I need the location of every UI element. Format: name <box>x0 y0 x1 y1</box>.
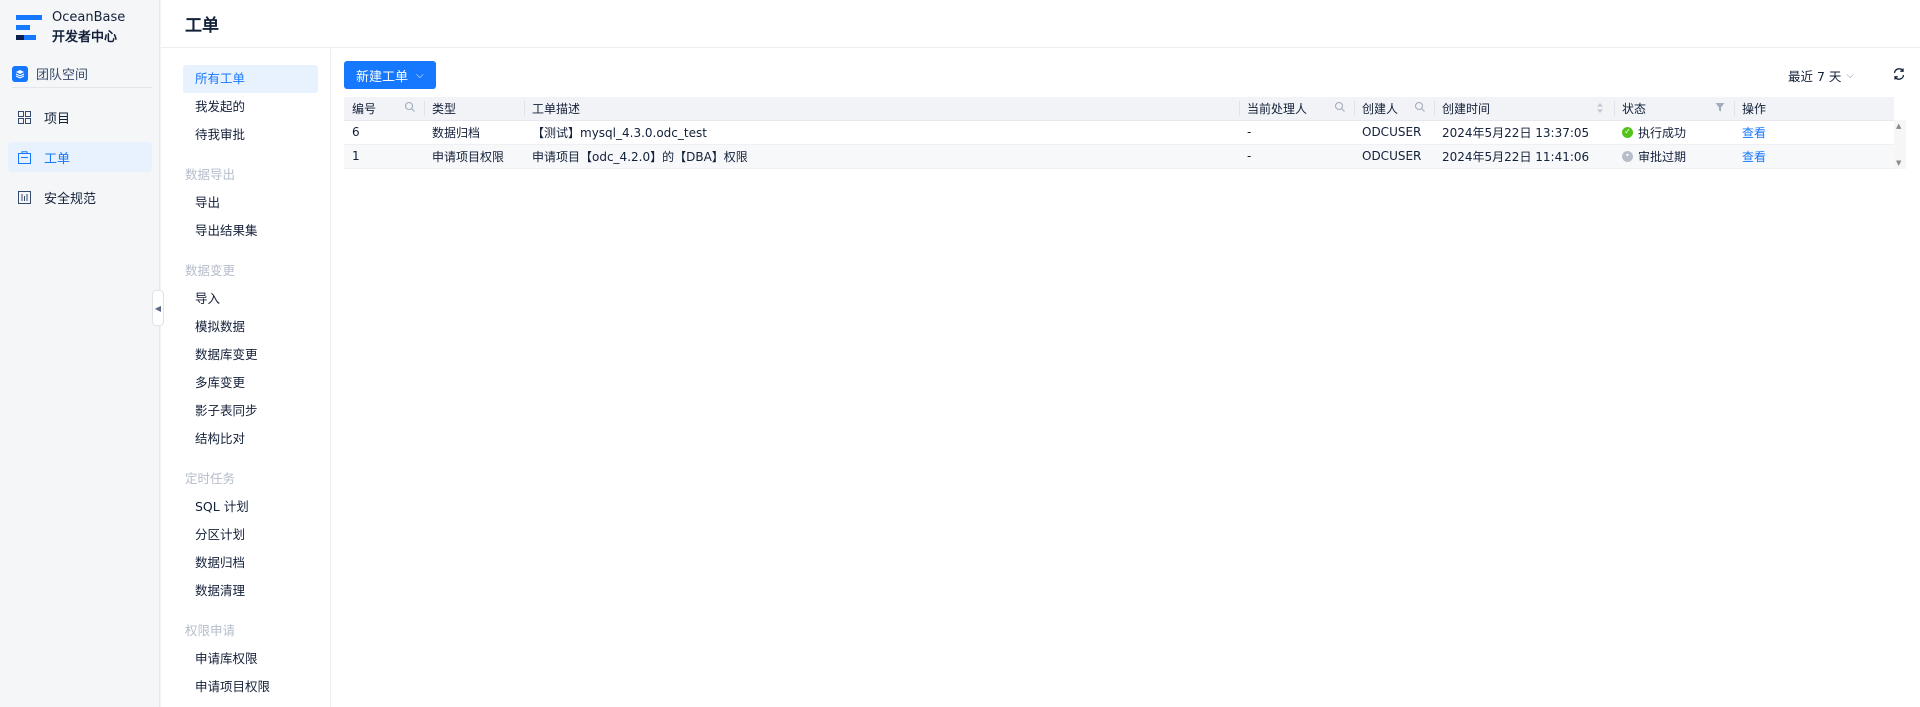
subnav-item-data-archive[interactable]: 数据归档 <box>183 549 318 577</box>
new-ticket-label: 新建工单 <box>356 68 409 84</box>
cell-created-time: 2024年5月22日 11:41:06 <box>1434 144 1614 169</box>
chevron-down-icon: ⌵ <box>1846 69 1854 81</box>
rail-nav: 项目 工单 安全规范 <box>8 102 152 222</box>
ticket-icon <box>16 149 32 165</box>
column-header-id: 编号 <box>344 97 424 121</box>
cell-description: 【测试】mysql_4.3.0.odc_test <box>524 120 1239 145</box>
cell-created-time: 2024年5月22日 13:37:05 <box>1434 120 1614 145</box>
table-row[interactable]: 1 申请项目权限 申请项目【odc_4.2.0】的【DBA】权限 - ODCUS… <box>344 144 1894 169</box>
subnav-item-data-cleanup[interactable]: 数据清理 <box>183 577 318 605</box>
subnav-group-title: 数据导出 <box>185 167 236 182</box>
subnav-item-import[interactable]: 导入 <box>183 285 318 313</box>
column-header-description: 工单描述 <box>524 97 1239 121</box>
oceanbase-logo-icon <box>16 13 42 43</box>
rail-item-project[interactable]: 项目 <box>8 102 152 132</box>
column-header-status: 状态 <box>1614 97 1734 121</box>
page-title: 工单 <box>185 16 219 36</box>
cell-id: 1 <box>344 144 424 169</box>
column-header-type: 类型 <box>424 97 524 121</box>
rail-item-label: 项目 <box>44 111 71 127</box>
cell-type: 数据归档 <box>424 120 524 145</box>
column-header-actions: 操作 <box>1734 97 1894 121</box>
search-icon[interactable] <box>1414 101 1428 115</box>
sort-icon[interactable] <box>1594 101 1608 115</box>
subnav-group-title: 权限申请 <box>185 623 236 638</box>
team-space-label: 团队空间 <box>36 68 89 83</box>
subnav-item-mine[interactable]: 我发起的 <box>183 93 318 121</box>
main-area: 工单 所有工单 我发起的 待我审批 数据导出 导出 导出结果集 数据变更 导入 … <box>161 0 1920 707</box>
table-scrollbar[interactable]: ▲ ▼ <box>1894 120 1906 169</box>
rail-item-security-rules[interactable]: 安全规范 <box>8 182 152 212</box>
rail-item-ticket[interactable]: 工单 <box>8 142 152 172</box>
cell-handler: - <box>1239 120 1354 145</box>
subnav-item-apply-project-permission[interactable]: 申请项目权限 <box>183 673 318 701</box>
ticket-content: 新建工单 ⌵ 最近 7 天 ⌵ 编号 类型 工单描述 当前处理人 创建人 创建时… <box>344 49 1920 707</box>
refresh-icon[interactable] <box>1892 67 1908 83</box>
brand-logo[interactable]: OceanBase 开发者中心 <box>16 8 125 48</box>
cell-creator: ODCUSER <box>1354 144 1434 169</box>
status-text: 执行成功 <box>1638 125 1687 140</box>
subnav-item-pending-approval[interactable]: 待我审批 <box>183 121 318 149</box>
cell-action: 查看 <box>1734 120 1894 145</box>
cell-type: 申请项目权限 <box>424 144 524 169</box>
subnav-item-partition-plan[interactable]: 分区计划 <box>183 521 318 549</box>
table-header-row: 编号 类型 工单描述 当前处理人 创建人 创建时间 状态 操作 <box>344 97 1894 121</box>
collapse-sidebar-button[interactable]: ◀ <box>152 290 164 326</box>
filter-icon[interactable] <box>1714 101 1728 115</box>
scroll-up-icon[interactable]: ▲ <box>1896 122 1901 130</box>
project-grid-icon <box>16 109 32 125</box>
brand-subtitle: 开发者中心 <box>52 30 118 45</box>
chevron-down-icon: ⌵ <box>416 69 424 81</box>
toolbar: 新建工单 ⌵ 最近 7 天 ⌵ <box>344 61 1908 89</box>
brand-name: OceanBase <box>52 10 126 25</box>
rail-item-label: 工单 <box>44 151 71 167</box>
rail-item-label: 安全规范 <box>44 191 97 207</box>
subnav-item-all-tickets[interactable]: 所有工单 <box>183 65 318 93</box>
layers-icon <box>12 65 28 82</box>
subnav-item-db-change[interactable]: 数据库变更 <box>183 341 318 369</box>
page-header: 工单 <box>161 0 1920 48</box>
ticket-table: 编号 类型 工单描述 当前处理人 创建人 创建时间 状态 操作 6 数据归档 【… <box>344 97 1894 169</box>
cell-action: 查看 <box>1734 144 1894 169</box>
subnav-item-multi-db-change[interactable]: 多库变更 <box>183 369 318 397</box>
search-icon[interactable] <box>1334 101 1348 115</box>
column-header-creator: 创建人 <box>1354 97 1434 121</box>
caret-left-icon: ◀ <box>154 303 162 313</box>
status-text: 审批过期 <box>1638 149 1687 164</box>
new-ticket-button[interactable]: 新建工单 ⌵ <box>344 61 436 89</box>
cell-description: 申请项目【odc_4.2.0】的【DBA】权限 <box>524 144 1239 169</box>
subnav-group-title: 定时任务 <box>185 471 236 486</box>
column-header-created-time: 创建时间 <box>1434 97 1614 121</box>
view-link[interactable]: 查看 <box>1742 126 1766 140</box>
cell-status: ✓ 执行成功 <box>1614 120 1734 145</box>
scroll-down-icon[interactable]: ▼ <box>1896 159 1901 167</box>
subnav-item-apply-db-permission[interactable]: 申请库权限 <box>183 645 318 673</box>
subnav-item-shadow-table-sync[interactable]: 影子表同步 <box>183 397 318 425</box>
subnav-item-schema-compare[interactable]: 结构比对 <box>183 425 318 453</box>
team-space-switcher[interactable]: 团队空间 <box>12 60 152 88</box>
table-row[interactable]: 6 数据归档 【测试】mysql_4.3.0.odc_test - ODCUSE… <box>344 120 1894 145</box>
clock-circle-icon: • <box>1622 150 1633 162</box>
cell-handler: - <box>1239 144 1354 169</box>
column-header-handler: 当前处理人 <box>1239 97 1354 121</box>
subnav-item-mock-data[interactable]: 模拟数据 <box>183 313 318 341</box>
subnav-item-sql-plan[interactable]: SQL 计划 <box>183 493 318 521</box>
cell-creator: ODCUSER <box>1354 120 1434 145</box>
cell-status: • 审批过期 <box>1614 144 1734 169</box>
check-circle-icon: ✓ <box>1622 126 1633 138</box>
cell-id: 6 <box>344 120 424 145</box>
subnav-group-title: 数据变更 <box>185 263 236 278</box>
time-range-select[interactable]: 最近 7 天 ⌵ <box>1788 66 1854 85</box>
shield-rules-icon <box>16 189 32 205</box>
ticket-subnav: 所有工单 我发起的 待我审批 数据导出 导出 导出结果集 数据变更 导入 模拟数… <box>161 49 331 707</box>
view-link[interactable]: 查看 <box>1742 150 1766 164</box>
subnav-item-export-resultset[interactable]: 导出结果集 <box>183 217 318 245</box>
time-range-value: 最近 7 天 <box>1788 68 1842 84</box>
search-icon[interactable] <box>404 101 418 115</box>
subnav-item-export[interactable]: 导出 <box>183 189 318 217</box>
left-rail: OceanBase 开发者中心 团队空间 项目 工单 安全规范 <box>0 0 160 707</box>
